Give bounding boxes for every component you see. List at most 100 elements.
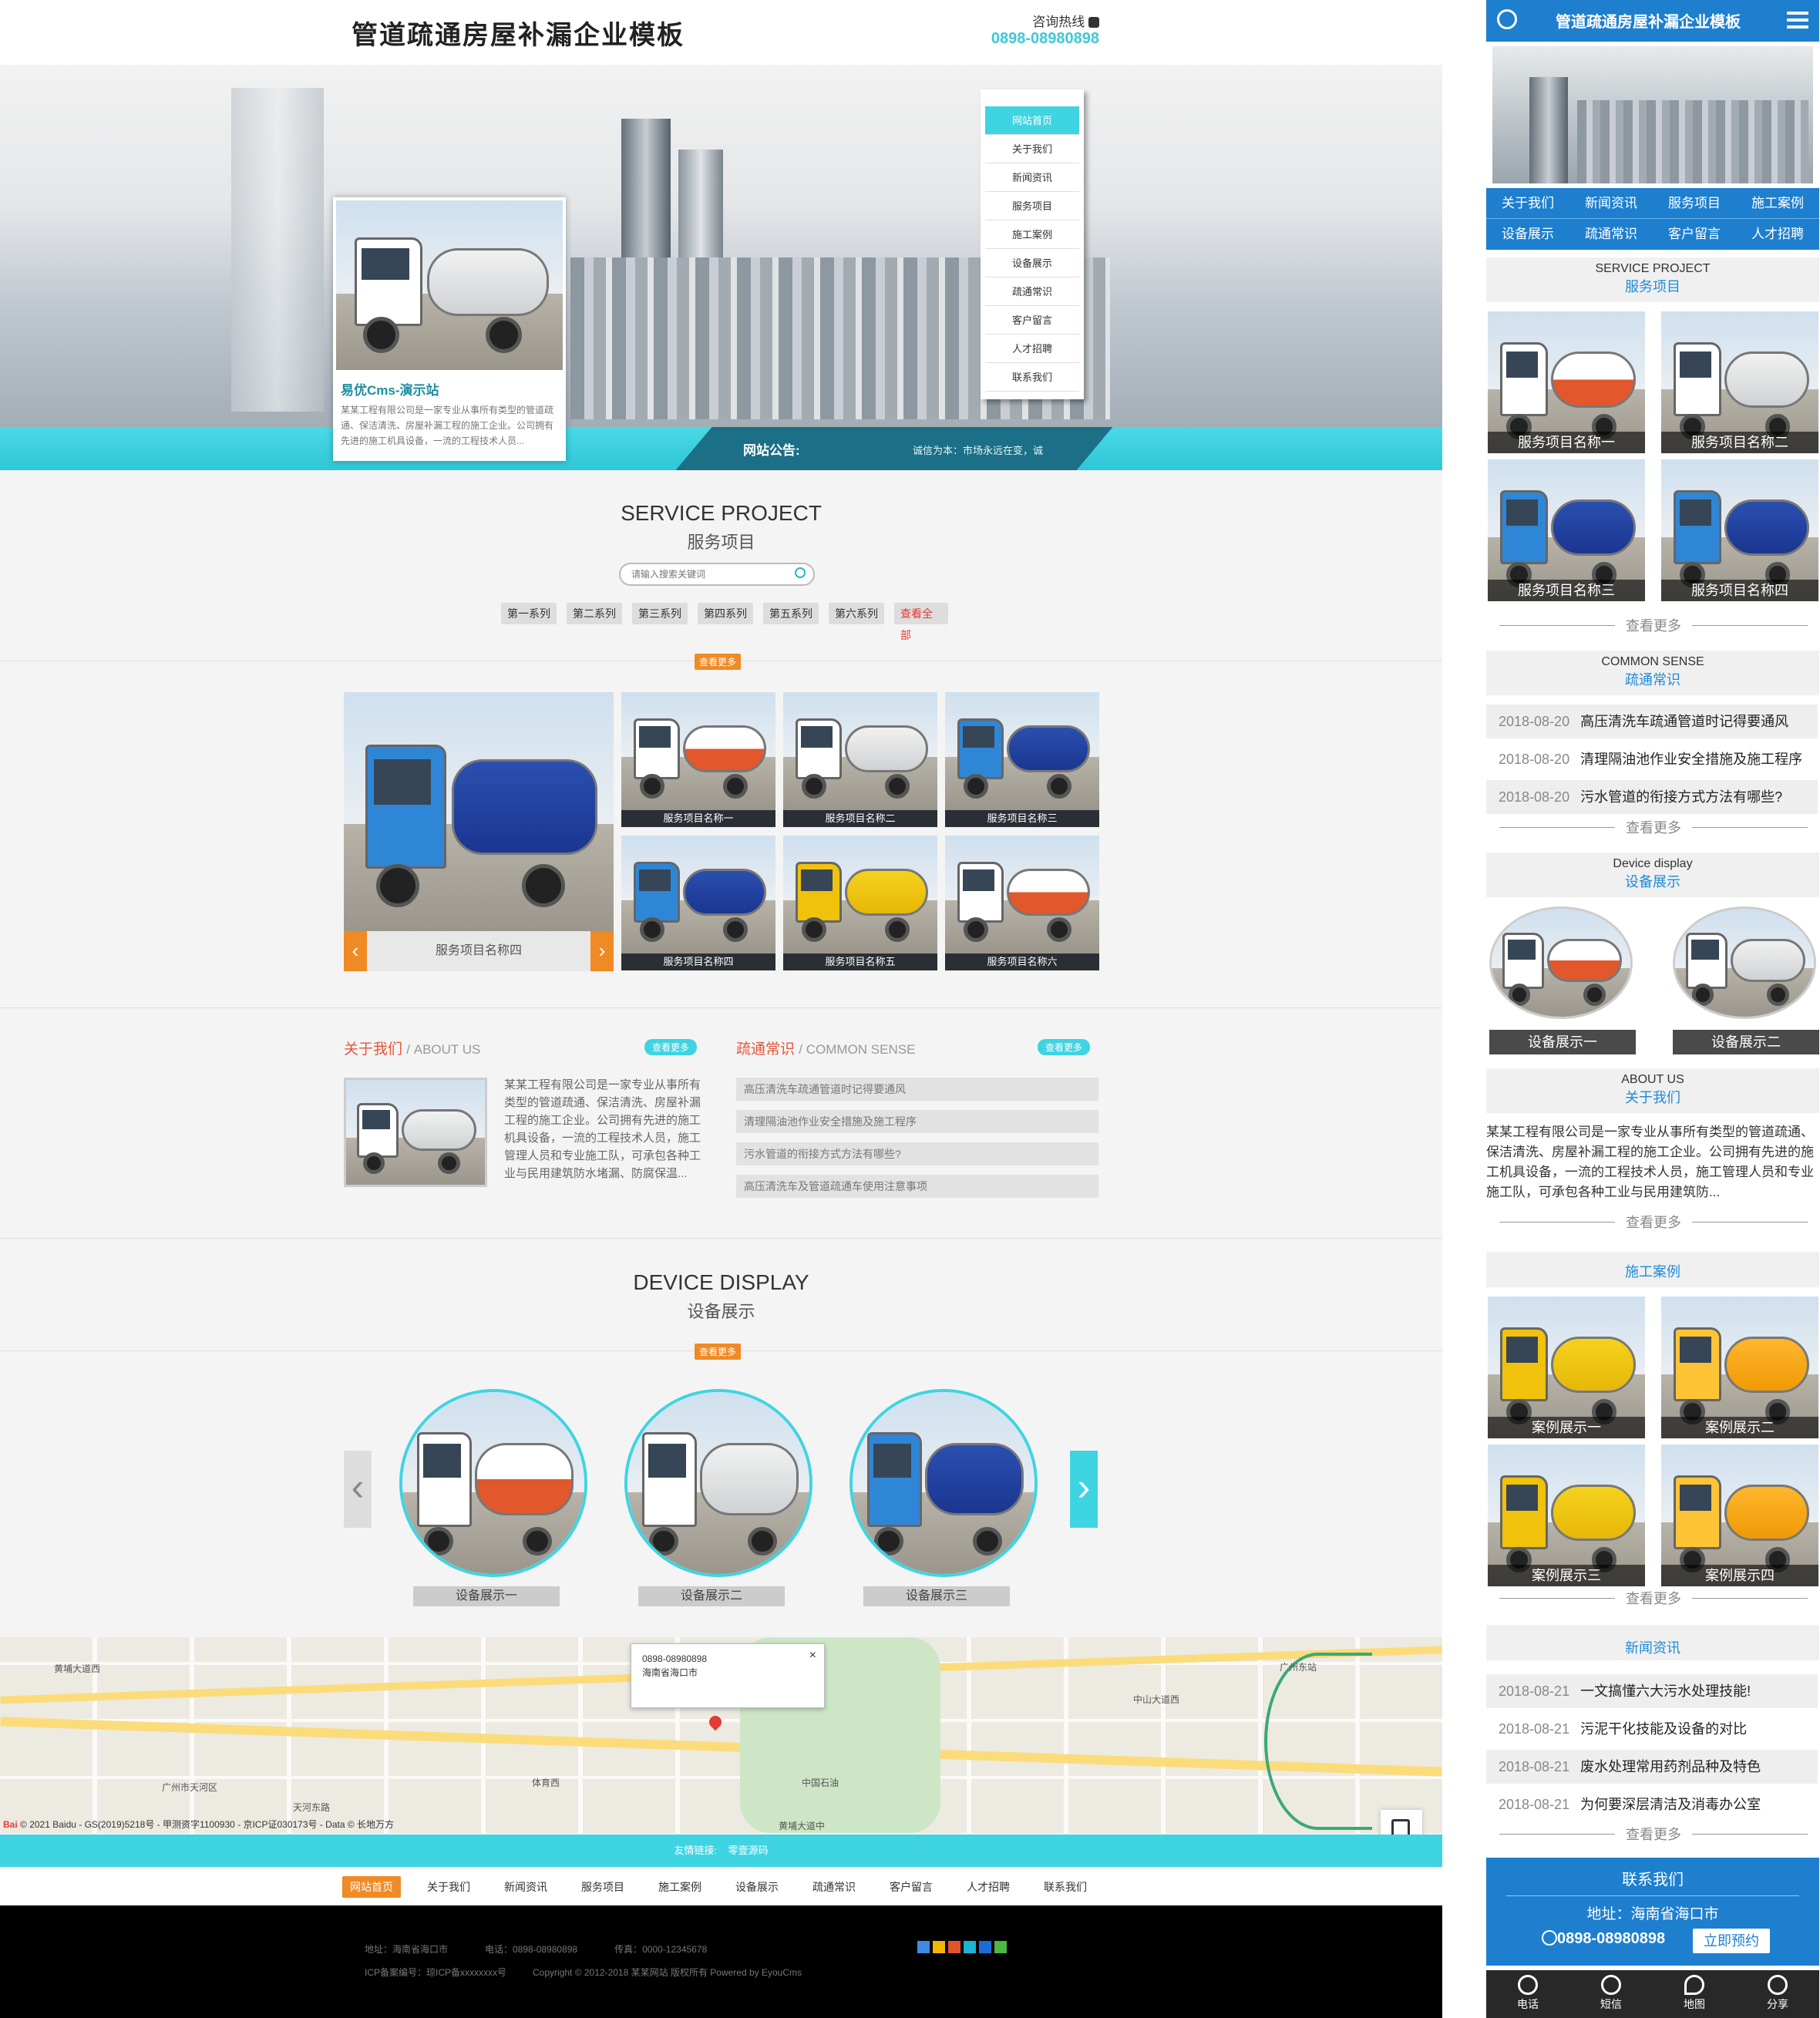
footer-nav-item[interactable]: 关于我们: [419, 1876, 478, 1898]
device-prev-arrow-icon[interactable]: ‹: [344, 1451, 372, 1528]
side-nav-item[interactable]: 关于我们: [985, 135, 1079, 163]
mobile-sense-item[interactable]: 2018-08-20 高压清洗车疏通管道时记得要通风: [1486, 705, 1818, 738]
sense-list-item[interactable]: 清理隔油池作业安全措施及施工程序: [736, 1110, 1098, 1133]
share-tencent-icon[interactable]: [948, 1941, 960, 1953]
share-qzone-icon[interactable]: [917, 1941, 930, 1953]
service-item[interactable]: 服务项目名称二: [783, 692, 937, 827]
mobile-case-item[interactable]: 案例展示三: [1488, 1445, 1645, 1586]
footer-nav-item[interactable]: 联系我们: [1036, 1876, 1095, 1898]
mobile-bottom-item[interactable]: 电话: [1486, 1970, 1569, 2018]
mobile-service-item[interactable]: 服务项目名称三: [1488, 459, 1645, 601]
sense-list-item[interactable]: 污水管道的衔接方式方法有哪些?: [736, 1142, 1098, 1165]
promo-title[interactable]: 易优Cms-演示站: [341, 379, 439, 399]
series-filter-button[interactable]: 第二系列: [567, 603, 622, 624]
mobile-service-item[interactable]: 服务项目名称一: [1488, 311, 1645, 453]
service-item[interactable]: 服务项目名称一: [621, 692, 775, 827]
sense-more-button[interactable]: 查看更多: [1038, 1039, 1091, 1055]
mobile-case-item[interactable]: 案例展示一: [1488, 1297, 1645, 1438]
device-item-name[interactable]: 设备展示二: [638, 1586, 785, 1606]
about-more-button[interactable]: 查看更多: [644, 1039, 698, 1055]
mobile-contact-phone[interactable]: 0898-08980898: [1557, 1930, 1665, 1947]
service-more-button[interactable]: 查看更多: [695, 654, 742, 670]
mobile-news-item[interactable]: 2018-08-21 一文搞懂六大污水处理技能!: [1486, 1674, 1818, 1708]
series-filter-button[interactable]: 查看全部: [894, 603, 948, 641]
mobile-nav-item[interactable]: 疏通常识: [1569, 219, 1653, 250]
device-next-arrow-icon[interactable]: ›: [1070, 1451, 1098, 1528]
device-item-image[interactable]: [399, 1389, 587, 1577]
mobile-service-item[interactable]: 服务项目名称四: [1661, 459, 1818, 601]
mobile-about-more[interactable]: 查看更多: [1499, 1212, 1808, 1232]
mobile-case-item[interactable]: 案例展示四: [1661, 1445, 1818, 1586]
search-input[interactable]: [631, 567, 786, 581]
featured-service[interactable]: 服务项目名称四 ‹ ›: [344, 692, 614, 971]
footer-nav-item[interactable]: 服务项目: [574, 1876, 632, 1898]
search-icon[interactable]: [1497, 9, 1517, 29]
sense-list-item[interactable]: 高压清洗车及管道疏通车使用注意事项: [736, 1175, 1098, 1198]
side-nav-item[interactable]: 客户留言: [985, 306, 1079, 335]
side-nav-item[interactable]: 设备展示: [985, 249, 1079, 277]
share-douban-icon[interactable]: [964, 1941, 976, 1953]
device-item-image[interactable]: [849, 1389, 1038, 1577]
mobile-news-item[interactable]: 2018-08-21 废水处理常用药剂品种及特色: [1486, 1750, 1818, 1784]
mobile-nav-item[interactable]: 人才招聘: [1736, 219, 1819, 250]
footer-nav-item[interactable]: 疏通常识: [805, 1876, 863, 1898]
mobile-news-item[interactable]: 2018-08-21 为何要深层清洁及消毒办公室: [1486, 1788, 1818, 1821]
side-nav-item[interactable]: 新闻资讯: [985, 163, 1079, 192]
mobile-bottom-item[interactable]: 地图: [1653, 1970, 1736, 2018]
device-more-button[interactable]: 查看更多: [695, 1344, 742, 1360]
series-filter-button[interactable]: 第五系列: [763, 603, 819, 624]
mobile-sense-item[interactable]: 2018-08-20 清理隔油池作业安全措施及施工程序: [1486, 742, 1818, 776]
footer-icp[interactable]: ICP备案编号：琼ICP备xxxxxxxx号: [365, 1967, 506, 1978]
next-arrow-icon[interactable]: ›: [590, 931, 614, 971]
device-item-name[interactable]: 设备展示一: [413, 1586, 560, 1606]
footer-nav-item[interactable]: 客户留言: [882, 1876, 940, 1898]
side-nav-item[interactable]: 疏通常识: [985, 277, 1079, 306]
friend-link-item[interactable]: 零壹源码: [728, 1845, 769, 1856]
device-item-name[interactable]: 设备展示三: [863, 1586, 1010, 1606]
mobile-service-item[interactable]: 服务项目名称二: [1661, 311, 1818, 453]
mobile-device-name[interactable]: 设备展示一: [1489, 1030, 1636, 1054]
service-item[interactable]: 服务项目名称六: [945, 836, 1099, 970]
service-item[interactable]: 服务项目名称四: [621, 836, 775, 970]
sense-list-item[interactable]: 高压清洗车疏通管道时记得要通风: [736, 1078, 1098, 1101]
share-weibo-icon[interactable]: [933, 1941, 945, 1953]
side-nav-item[interactable]: 联系我们: [985, 363, 1079, 392]
footer-nav-item[interactable]: 人才招聘: [959, 1876, 1018, 1898]
share-renren-icon[interactable]: [979, 1941, 991, 1953]
search-icon[interactable]: [795, 567, 806, 578]
footer-nav-item[interactable]: 设备展示: [728, 1876, 786, 1898]
mobile-bottom-item[interactable]: 分享: [1736, 1970, 1819, 2018]
mobile-sense-more[interactable]: 查看更多: [1499, 817, 1808, 837]
mobile-news-more[interactable]: 查看更多: [1499, 1824, 1808, 1844]
side-nav-item[interactable]: 网站首页: [985, 106, 1079, 135]
mobile-cases-more[interactable]: 查看更多: [1499, 1588, 1808, 1608]
side-nav-item[interactable]: 施工案例: [985, 220, 1079, 249]
mobile-bottom-item[interactable]: 短信: [1569, 1970, 1653, 2018]
mobile-nav-item[interactable]: 服务项目: [1653, 188, 1736, 219]
series-filter-button[interactable]: 第一系列: [501, 603, 557, 624]
menu-icon[interactable]: [1787, 12, 1808, 29]
book-now-button[interactable]: 立即预约: [1693, 1929, 1770, 1953]
mobile-device-name[interactable]: 设备展示二: [1673, 1030, 1819, 1054]
mobile-title[interactable]: 管道疏通房屋补漏企业模板: [1556, 9, 1741, 32]
mobile-news-item[interactable]: 2018-08-21 污泥干化技能及设备的对比: [1486, 1712, 1818, 1746]
mobile-device-image[interactable]: [1673, 906, 1816, 1019]
mobile-device-image[interactable]: [1489, 906, 1633, 1019]
hotline-number[interactable]: 0898-08980898: [985, 30, 1099, 48]
service-item[interactable]: 服务项目名称五: [783, 836, 937, 970]
mobile-case-item[interactable]: 案例展示二: [1661, 1297, 1818, 1438]
site-title[interactable]: 管道疏通房屋补漏企业模板: [352, 14, 685, 52]
mobile-nav-item[interactable]: 设备展示: [1486, 219, 1569, 250]
mobile-service-more[interactable]: 查看更多: [1499, 615, 1808, 635]
series-filter-button[interactable]: 第六系列: [829, 603, 884, 624]
map[interactable]: 黄埔大道西 中山大道西 黄埔大道中 体育西 天河东路 中国石油 广州市天河区 广州东站 089…: [0, 1637, 1442, 1833]
series-filter-button[interactable]: 第四系列: [698, 603, 753, 624]
side-nav-item[interactable]: 服务项目: [985, 192, 1079, 220]
footer-nav-item[interactable]: 施工案例: [651, 1876, 709, 1898]
prev-arrow-icon[interactable]: ‹: [344, 931, 367, 971]
service-item[interactable]: 服务项目名称三: [945, 692, 1099, 827]
mobile-nav-item[interactable]: 新闻资讯: [1569, 188, 1653, 219]
mobile-nav-item[interactable]: 关于我们: [1486, 188, 1569, 219]
mobile-nav-item[interactable]: 施工案例: [1736, 188, 1819, 219]
device-item-image[interactable]: [624, 1389, 812, 1577]
